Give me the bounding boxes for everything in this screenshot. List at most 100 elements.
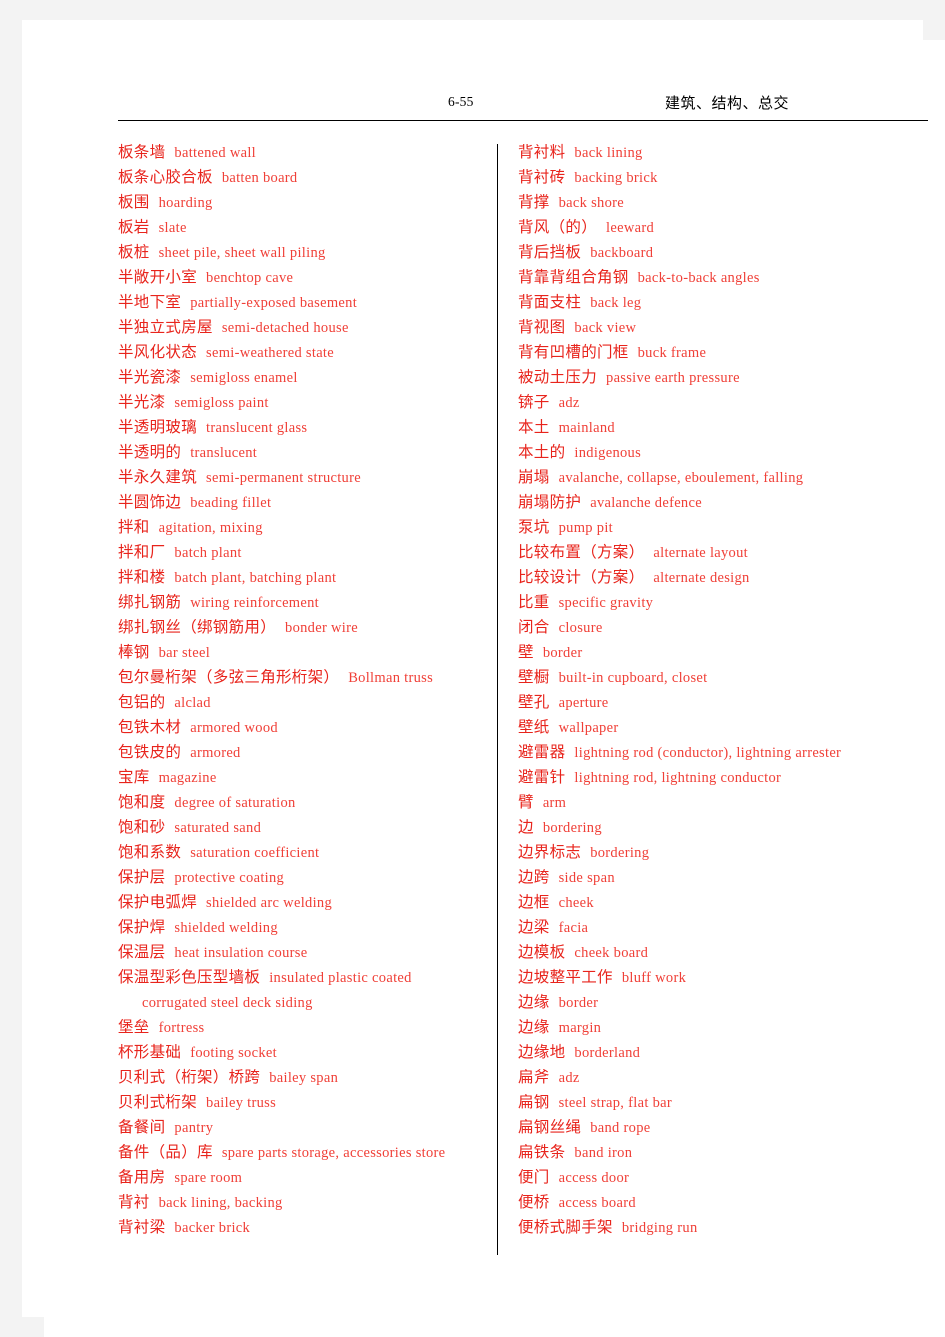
glossary-entry: 贝利式（桁架）桥跨 bailey span (118, 1065, 488, 1090)
glossary-entry: 扁钢 steel strap, flat bar (518, 1090, 933, 1115)
glossary-entry: 比较布置（方案） alternate layout (518, 540, 933, 565)
term-english: beading fillet (190, 495, 272, 511)
glossary-entry: 壁橱 built-in cupboard, closet (518, 665, 933, 690)
glossary-entry: 边模板 cheek board (518, 940, 933, 965)
term-chinese: 避雷器 (518, 743, 566, 761)
term-chinese: 比较布置（方案） (518, 543, 645, 561)
glossary-entry: 板围 hoarding (118, 190, 488, 215)
glossary-entry: 背衬砖 backing brick (518, 165, 933, 190)
term-english: margin (558, 1020, 602, 1036)
glossary-entry: 备用房 spare room (118, 1165, 488, 1190)
glossary-entry: 扁铁条 band iron (518, 1140, 933, 1165)
term-english: saturation coefficient (190, 845, 320, 861)
term-chinese: 闭合 (518, 618, 550, 636)
glossary-entry: 边框 cheek (518, 890, 933, 915)
term-chinese: 包铁木材 (118, 718, 182, 736)
term-chinese: 扁铁条 (518, 1143, 566, 1161)
glossary-entry: 边梁 facia (518, 915, 933, 940)
term-english: alclad (174, 695, 211, 711)
term-chinese: 备餐间 (118, 1118, 166, 1136)
term-chinese: 背风（的） (518, 218, 598, 236)
glossary-entry: 便桥式脚手架 bridging run (518, 1215, 933, 1240)
glossary-entry: 备餐间 pantry (118, 1115, 488, 1140)
term-english: partially-exposed basement (190, 295, 358, 311)
term-english: steel strap, flat bar (558, 1095, 673, 1111)
glossary-entry: 拌和厂 batch plant (118, 540, 488, 565)
term-english: batch plant, batching plant (174, 570, 337, 586)
term-chinese: 备用房 (118, 1168, 166, 1186)
term-english: armored (190, 745, 241, 761)
glossary-entry: 半透明的 translucent (118, 440, 488, 465)
term-chinese: 背衬 (118, 1193, 150, 1211)
term-chinese: 拌和厂 (118, 543, 166, 561)
glossary-entry: 比较设计（方案） alternate design (518, 565, 933, 590)
term-chinese: 边缘地 (518, 1043, 566, 1061)
term-english: bluff work (621, 970, 687, 986)
term-chinese: 半圆饰边 (118, 493, 182, 511)
term-english: specific gravity (558, 595, 654, 611)
glossary-entry: 边缘地 borderland (518, 1040, 933, 1065)
term-english: back lining, backing (158, 1195, 283, 1211)
glossary-entry: 本土 mainland (518, 415, 933, 440)
glossary-entry: 边坡整平工作 bluff work (518, 965, 933, 990)
term-chinese: 边坡整平工作 (518, 968, 613, 986)
term-english: protective coating (174, 870, 285, 886)
term-chinese: 本土 (518, 418, 550, 436)
glossary-entry: 保温型彩色压型墙板 insulated plastic coated (118, 965, 488, 990)
term-chinese: 半地下室 (118, 293, 182, 311)
glossary-entry: 板条墙 battened wall (118, 140, 488, 165)
term-chinese: 保温层 (118, 943, 166, 961)
term-english: back view (574, 320, 637, 336)
term-english: alternate design (653, 570, 750, 586)
glossary-entry: 拌和楼 batch plant, batching plant (118, 565, 488, 590)
term-chinese: 边缘 (518, 993, 550, 1011)
term-english: border (558, 995, 599, 1011)
page-margin: 6-55 建筑、结构、总交 板条墙 battened wall 板条心胶合板 batt… (0, 0, 945, 1337)
term-english: wallpaper (558, 720, 619, 736)
glossary-entry: 壁纸 wallpaper (518, 715, 933, 740)
glossary-entry: 臂 arm (518, 790, 933, 815)
term-english: semigloss enamel (190, 370, 298, 386)
glossary-entry: 泵坑 pump pit (518, 515, 933, 540)
term-english: batch plant (174, 545, 242, 561)
term-english: translucent (190, 445, 258, 461)
term-chinese: 饱和系数 (118, 843, 182, 861)
term-english: semi-weathered state (206, 345, 334, 361)
term-chinese: 背面支柱 (518, 293, 582, 311)
glossary-entry: 避雷器 lightning rod (conductor), lightning … (518, 740, 933, 765)
glossary-entry: 绑扎钢筋 wiring reinforcement (118, 590, 488, 615)
glossary-entry: 半敞开小室 benchtop cave (118, 265, 488, 290)
glossary-entry: 半风化状态 semi-weathered state (118, 340, 488, 365)
glossary-entry: 保护电弧焊 shielded arc welding (118, 890, 488, 915)
glossary-entry: 半独立式房屋 semi-detached house (118, 315, 488, 340)
term-english: backing brick (574, 170, 658, 186)
glossary-entry: 背衬 back lining, backing (118, 1190, 488, 1215)
term-chinese: 绑扎钢丝（绑钢筋用） (118, 618, 277, 636)
glossary-entry: 边跨 side span (518, 865, 933, 890)
term-chinese: 边界标志 (518, 843, 582, 861)
term-english: heat insulation course (174, 945, 308, 961)
term-chinese: 包铁皮的 (118, 743, 182, 761)
term-english: armored wood (190, 720, 278, 736)
glossary-entry: 闭合 closure (518, 615, 933, 640)
glossary-entry: 扁钢丝绳 band rope (518, 1115, 933, 1140)
term-english: degree of saturation (174, 795, 296, 811)
term-english: back shore (558, 195, 625, 211)
term-chinese: 保护层 (118, 868, 166, 886)
term-chinese: 板条墙 (118, 143, 166, 161)
term-chinese: 背衬料 (518, 143, 566, 161)
glossary-entry: 背风（的） leeward (518, 215, 933, 240)
term-english: translucent glass (206, 420, 308, 436)
glossary-entry: 包铝的 alclad (118, 690, 488, 715)
glossary-entry: 板桩 sheet pile, sheet wall piling (118, 240, 488, 265)
glossary-entry: 宝库 magazine (118, 765, 488, 790)
term-english: fortress (158, 1020, 205, 1036)
term-english: spare room (174, 1170, 243, 1186)
term-chinese: 包尔曼桁架（多弦三角形桁架） (118, 668, 340, 686)
term-chinese: 半独立式房屋 (118, 318, 213, 336)
term-english: borderland (574, 1045, 641, 1061)
term-chinese: 宝库 (118, 768, 150, 786)
term-english: side span (558, 870, 615, 886)
term-english: access board (558, 1195, 636, 1211)
glossary-entry: 半永久建筑 semi-permanent structure (118, 465, 488, 490)
